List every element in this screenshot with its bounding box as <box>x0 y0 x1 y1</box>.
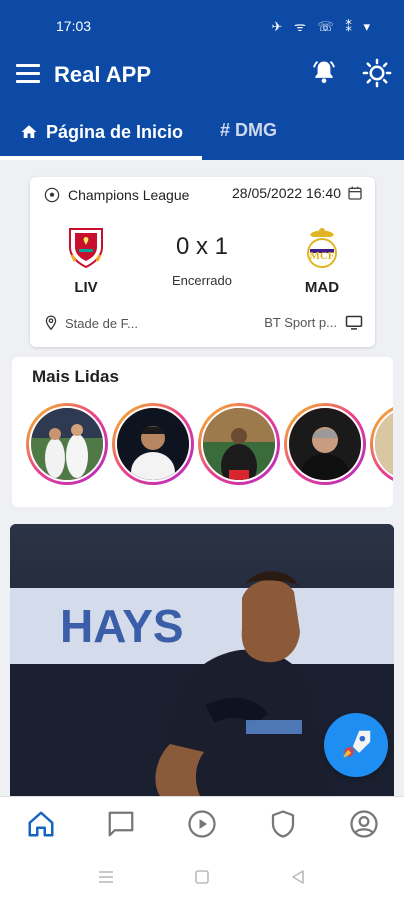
most-read-section: Mais Lidas <box>12 357 393 507</box>
match-score: 0 x 1 <box>175 233 229 260</box>
match-status: Encerrado <box>172 273 232 288</box>
most-read-title: Mais Lidas <box>32 367 119 386</box>
theme-toggle-icon[interactable] <box>362 58 392 88</box>
broadcaster-name: BT Sport p... <box>264 315 337 330</box>
status-icons: ✈ ᯤ ☏ ⁑ ▾ <box>271 19 374 34</box>
location-pin-icon <box>45 315 57 331</box>
notification-bell-icon[interactable] <box>310 58 338 86</box>
story-thumbnail[interactable] <box>284 403 366 485</box>
real-madrid-crest-icon: MCF <box>307 228 337 268</box>
story-thumbnail[interactable] <box>112 403 194 485</box>
svg-text:HAYS: HAYS <box>60 600 184 652</box>
tab-dmg[interactable]: # DMG <box>220 120 277 144</box>
broadcaster: BT Sport p... <box>264 315 363 330</box>
match-datetime: 28/05/2022 16:40 <box>232 185 341 201</box>
tab-home-label: Página de Inicio <box>46 121 184 142</box>
tab-home[interactable]: Página de Inicio <box>20 120 183 144</box>
home-team: LIV <box>74 279 98 296</box>
away-team: MAD <box>304 279 340 296</box>
status-bar: 17:03 ✈ ᯤ ☏ ⁑ ▾ <box>0 0 404 40</box>
tv-icon <box>345 315 363 330</box>
venue-name: Stade de F... <box>65 315 138 331</box>
profile-icon[interactable] <box>349 809 379 839</box>
active-tab-indicator <box>0 156 202 160</box>
status-time: 17:03 <box>56 18 92 34</box>
rocket-icon <box>343 730 371 758</box>
match-card[interactable]: Champions League 28/05/2022 16:40 MCF LI… <box>30 177 375 347</box>
rocket-fab[interactable] <box>324 713 388 777</box>
home-icon[interactable] <box>26 809 56 839</box>
competition: Champions League <box>44 187 189 203</box>
story-thumbnail[interactable] <box>198 403 280 485</box>
calendar-icon[interactable] <box>347 185 363 201</box>
home-icon <box>21 125 37 138</box>
chat-icon[interactable] <box>106 809 136 839</box>
menu-icon[interactable] <box>16 64 40 84</box>
home-button-icon[interactable] <box>193 868 211 886</box>
soccer-ball-icon <box>44 187 60 203</box>
bottom-nav <box>0 796 404 852</box>
venue: Stade de F... <box>44 315 138 331</box>
story-thumbnail[interactable] <box>370 403 393 485</box>
play-icon[interactable] <box>187 809 217 839</box>
liverpool-crest-icon <box>69 228 103 269</box>
back-icon[interactable] <box>289 868 307 886</box>
svg-text:MCF: MCF <box>309 250 334 262</box>
competition-name: Champions League <box>68 187 190 203</box>
recent-apps-icon[interactable] <box>97 868 115 886</box>
system-nav-bar <box>0 852 404 900</box>
app-title: Real APP <box>54 62 152 87</box>
app-bar: Real APP Página de Inicio # DMG <box>0 40 404 160</box>
story-thumbnail[interactable] <box>26 403 108 485</box>
shield-icon[interactable] <box>268 809 298 839</box>
